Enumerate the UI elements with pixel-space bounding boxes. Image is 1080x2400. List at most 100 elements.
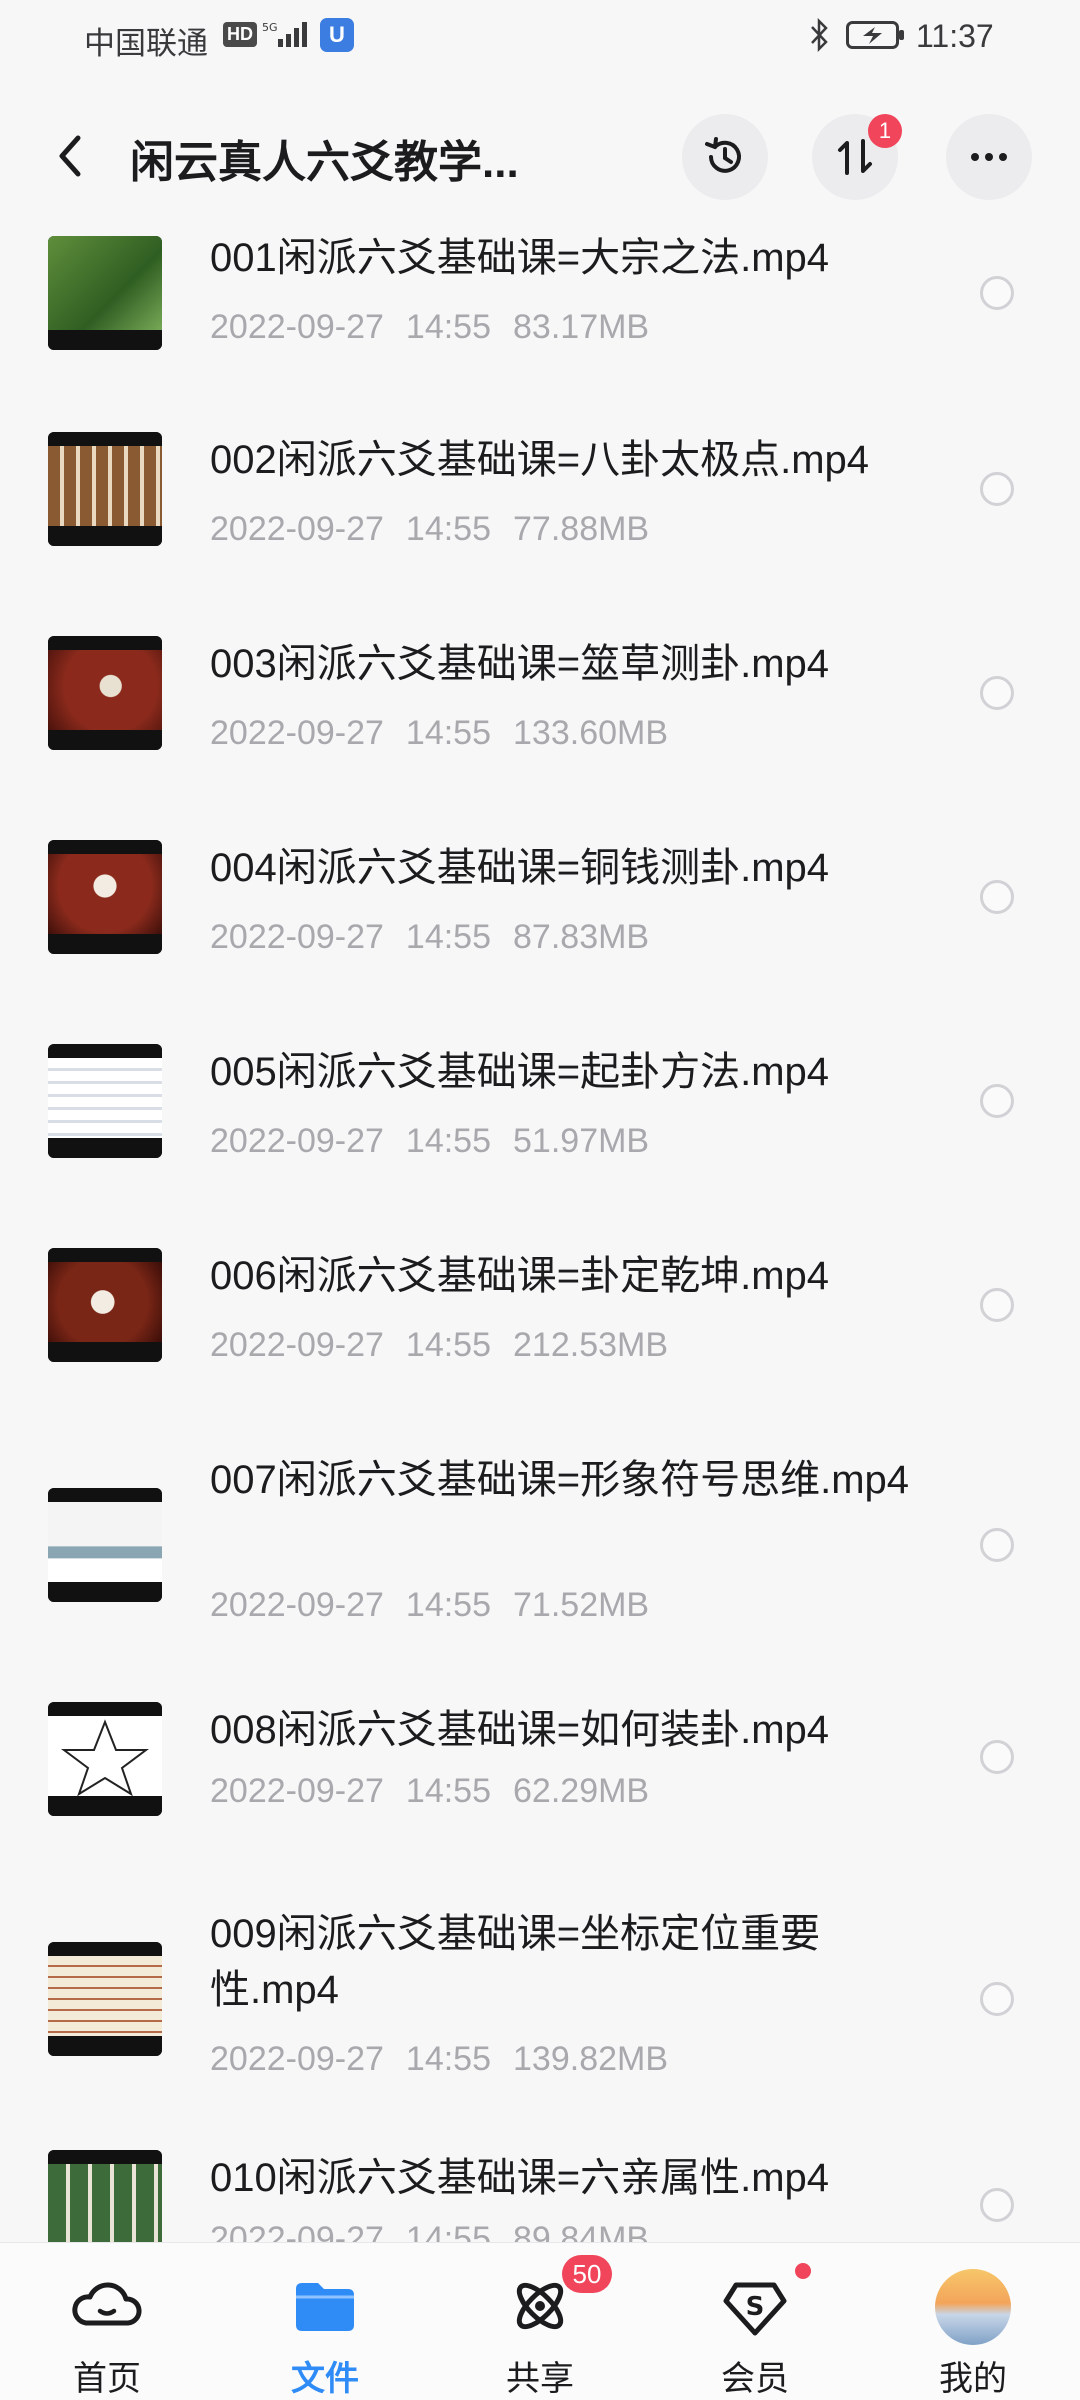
select-checkbox[interactable] [980,1982,1014,2016]
file-date: 2022-09-27 [210,1772,384,1810]
file-list: 001闲派六爻基础课=大宗之法.mp4 2022-09-27 14:55 83.17… [0,222,1080,2242]
file-meta: 2022-09-27 14:55 51.97MB [210,1122,671,1161]
nav-home-label: 首页 [73,2360,141,2398]
back-button[interactable] [46,126,96,186]
file-time: 14:55 [405,1122,492,1160]
file-row[interactable]: 001闲派六爻基础课=大宗之法.mp4 2022-09-27 14:55 83.17… [0,230,1080,420]
file-name: 001闲派六爻基础课=大宗之法.mp4 [210,236,830,280]
video-thumbnail [48,1044,162,1158]
file-date: 2022-09-27 [210,2220,384,2242]
vip-notification-dot [795,2263,811,2279]
file-size: 71.52MB [513,1586,650,1624]
page-title: 闲云真人六爻教学... [130,138,519,187]
video-thumbnail [48,1702,162,1816]
header-bar: 闲云真人六爻教学... 1 [0,96,1080,216]
file-name: 003闲派六爻基础课=筮草测卦.mp4 [210,642,830,686]
file-time: 14:55 [405,308,492,346]
video-thumbnail [48,2150,162,2242]
file-meta: 2022-09-27 14:55 139.82MB [210,2040,690,2079]
nav-vip-label: 会员 [721,2360,789,2398]
file-name: 010闲派六爻基础课=六亲属性.mp4 [210,2156,830,2200]
share-count-badge: 50 [562,2255,612,2293]
file-row[interactable]: 002闲派六爻基础课=八卦太极点.mp4 2022-09-27 14:55 77.8… [0,432,1080,622]
file-size: 133.60MB [513,714,669,752]
status-time: 11:37 [916,18,994,54]
file-time: 14:55 [405,1586,492,1624]
file-row[interactable]: 006闲派六爻基础课=卦定乾坤.mp4 2022-09-27 14:55 212.5… [0,1248,1080,1438]
file-size: 83.17MB [513,308,650,346]
file-size: 62.29MB [513,1772,650,1810]
hd-badge: HD [223,22,257,47]
cloud-home-icon [72,2282,142,2326]
file-size: 77.88MB [513,510,650,548]
file-date: 2022-09-27 [210,1586,384,1624]
file-meta: 2022-09-27 14:55 71.52MB [210,1586,671,1625]
file-row[interactable]: 009闲派六爻基础课=坐标定位重要性.mp4 2022-09-27 14:55 13… [0,1906,1080,2156]
file-meta: 2022-09-27 14:55 89.84MB [210,2220,671,2242]
nav-vip[interactable]: S 会员 [675,2243,835,2400]
more-options-button[interactable] [946,114,1032,200]
file-meta: 2022-09-27 14:55 77.88MB [210,510,671,549]
select-checkbox[interactable] [980,1288,1014,1322]
file-time: 14:55 [405,918,492,956]
svg-text:5G: 5G [262,21,278,34]
file-row[interactable]: 010闲派六爻基础课=六亲属性.mp4 2022-09-27 14:55 89.84… [0,2150,1080,2242]
file-date: 2022-09-27 [210,714,384,752]
file-meta: 2022-09-27 14:55 212.53MB [210,1326,690,1365]
file-time: 14:55 [405,2220,492,2242]
file-row[interactable]: 008闲派六爻基础课=如何装卦.mp4 2022-09-27 14:55 62.29… [0,1702,1080,1892]
file-date: 2022-09-27 [210,1122,384,1160]
file-row[interactable]: 005闲派六爻基础课=起卦方法.mp4 2022-09-27 14:55 51.97… [0,1044,1080,1234]
video-thumbnail [48,1942,162,2056]
more-icon [971,153,1007,161]
nav-files-label: 文件 [291,2360,359,2398]
video-thumbnail [48,432,162,546]
video-thumbnail [48,840,162,954]
file-time: 14:55 [405,1772,492,1810]
file-size: 89.84MB [513,2220,650,2242]
file-date: 2022-09-27 [210,510,384,548]
status-bar: 中国联通 HD 5G U 11:37 [0,0,1080,76]
select-checkbox[interactable] [980,676,1014,710]
file-row[interactable]: 007闲派六爻基础课=形象符号思维.mp4 2022-09-27 14:55 71.… [0,1452,1080,1702]
history-button[interactable] [682,114,768,200]
user-avatar [935,2269,1011,2345]
folder-icon [296,2283,354,2331]
file-name: 007闲派六爻基础课=形象符号思维.mp4 [210,1458,910,1502]
video-thumbnail [48,236,162,350]
select-checkbox[interactable] [980,880,1014,914]
nav-mine[interactable]: 我的 [893,2243,1053,2400]
file-row[interactable]: 003闲派六爻基础课=筮草测卦.mp4 2022-09-27 14:55 133.6… [0,636,1080,826]
file-meta: 2022-09-27 14:55 133.60MB [210,714,690,753]
transfer-count-badge: 1 [868,114,902,148]
file-time: 14:55 [405,1326,492,1364]
signal-icon: 5G [262,21,307,47]
file-date: 2022-09-27 [210,918,384,956]
select-checkbox[interactable] [980,276,1014,310]
select-checkbox[interactable] [980,2188,1014,2222]
nav-home[interactable]: 首页 [27,2243,187,2400]
file-meta: 2022-09-27 14:55 83.17MB [210,308,671,347]
history-icon [705,137,741,173]
file-date: 2022-09-27 [210,308,384,346]
file-time: 14:55 [405,510,492,548]
vip-diamond-icon: S [723,2282,787,2336]
video-thumbnail [48,636,162,750]
select-checkbox[interactable] [980,1740,1014,1774]
select-checkbox[interactable] [980,1084,1014,1118]
nav-share-label: 共享 [506,2360,574,2398]
file-size: 212.53MB [513,1326,669,1364]
nav-files[interactable]: 文件 [245,2243,405,2400]
file-meta: 2022-09-27 14:55 62.29MB [210,1772,671,1811]
select-checkbox[interactable] [980,472,1014,506]
file-time: 14:55 [405,2040,492,2078]
carrier-name: 中国联通 [84,26,208,61]
select-checkbox[interactable] [980,1528,1014,1562]
bottom-navigation: 首页 文件 共享 50 S 会员 我的 [0,2242,1080,2400]
file-name: 004闲派六爻基础课=铜钱测卦.mp4 [210,846,830,890]
file-time: 14:55 [405,714,492,752]
file-row[interactable]: 004闲派六爻基础课=铜钱测卦.mp4 2022-09-27 14:55 87.83… [0,840,1080,1030]
svg-text:S: S [746,2292,765,2322]
file-date: 2022-09-27 [210,2040,384,2078]
bluetooth-icon [811,18,828,52]
